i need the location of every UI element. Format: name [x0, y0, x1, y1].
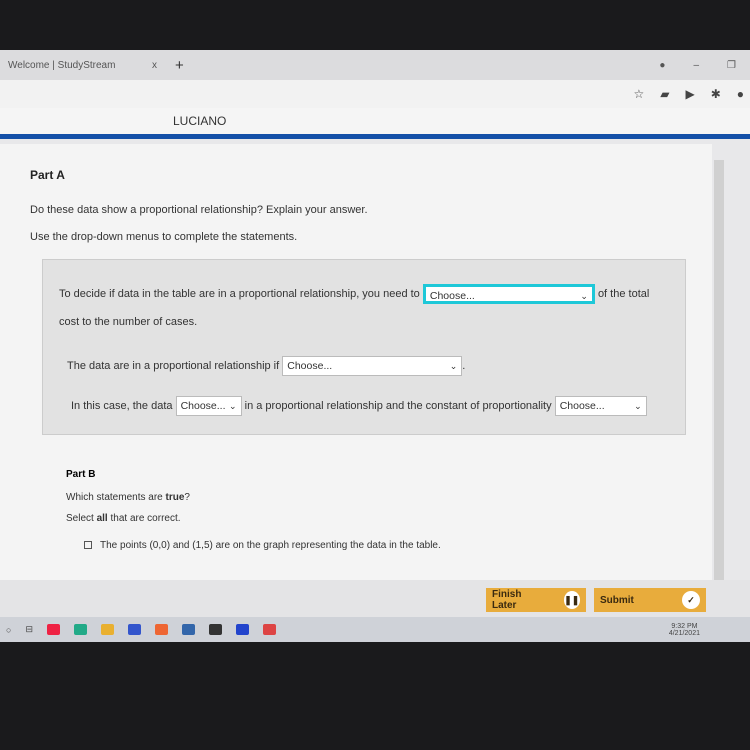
dropdown-value: Choose...: [559, 400, 605, 412]
play-icon[interactable]: ▶: [685, 87, 694, 101]
chrome-icon[interactable]: [46, 624, 60, 635]
dropdown-4[interactable]: Choose... ⌄: [554, 396, 647, 416]
statement-1-text: To decide if data in the table are in a …: [59, 288, 420, 300]
statements-box: To decide if data in the table are in a …: [42, 259, 686, 435]
edge-icon[interactable]: [73, 624, 87, 635]
question-content: Part A Do these data show a proportional…: [0, 144, 712, 580]
pause-icon: ❚❚: [563, 591, 580, 609]
browser-tab[interactable]: Welcome | StudyStream x: [0, 60, 165, 71]
dropdown-value: Choose...: [180, 400, 226, 412]
close-tab-icon[interactable]: x: [152, 60, 157, 71]
check-icon: ✓: [682, 591, 700, 609]
chevron-down-icon: ⌄: [580, 291, 588, 302]
tab-bar: Welcome | StudyStream x + ● – ❐: [0, 50, 750, 80]
statement-3-text: In this case, the data: [71, 399, 173, 412]
snip-icon[interactable]: [262, 624, 276, 635]
dropdown-value: Choose...: [287, 360, 333, 372]
statement-3-middle: in a proportional relationship and the c…: [244, 399, 552, 412]
scrollbar[interactable]: [714, 160, 724, 580]
footer-bar: Finish Later ❚❚ Submit ✓: [0, 580, 750, 617]
new-tab-button[interactable]: +: [175, 57, 184, 74]
screen: Welcome | StudyStream x + ● – ❐ ☆ ▰ ▶ ✱ ● LUCIA…: [0, 50, 750, 642]
extension-icon[interactable]: ▰: [660, 87, 669, 101]
part-b: Part B Which statements are true? Select…: [66, 469, 682, 551]
taskbar: ○ ⊟ 9:32 PM 4/21/2021: [0, 617, 750, 642]
submit-button[interactable]: Submit ✓: [594, 588, 706, 612]
profile-icon[interactable]: ●: [659, 60, 665, 71]
minimize-icon[interactable]: –: [693, 60, 699, 71]
zoom-icon[interactable]: [235, 624, 249, 635]
dropdown-value: Choose...: [429, 290, 475, 303]
user-name: LUCIANO: [173, 114, 227, 128]
part-a-title: Part A: [30, 168, 65, 182]
part-b-instruction: Select all that are correct.: [66, 513, 181, 524]
option-1-label: The points (0,0) and (1,5) are on the gr…: [100, 540, 441, 551]
office-icon[interactable]: [154, 624, 168, 635]
store-icon[interactable]: [127, 624, 141, 635]
option-1[interactable]: The points (0,0) and (1,5) are on the gr…: [84, 540, 682, 551]
start-icon[interactable]: ○: [6, 625, 11, 635]
part-a-instruction: Use the drop-down menus to complete the …: [30, 231, 298, 243]
task-view-icon[interactable]: ⊟: [25, 624, 33, 635]
part-b-question: Which statements are true?: [66, 492, 190, 503]
clock[interactable]: 9:32 PM 4/21/2021: [669, 623, 700, 637]
dropbox-icon[interactable]: [181, 624, 195, 635]
maximize-icon[interactable]: ❐: [727, 60, 736, 71]
app-icon[interactable]: [208, 624, 222, 635]
dropdown-2[interactable]: Choose... ⌄: [282, 356, 463, 376]
star-icon[interactable]: ☆: [633, 87, 644, 101]
part-b-title: Part B: [66, 469, 96, 480]
chevron-down-icon: ⌄: [449, 361, 458, 371]
chevron-down-icon: ⌄: [634, 401, 642, 411]
site-header: LUCIANO: [0, 108, 750, 134]
statement-2-end: .: [462, 359, 466, 372]
dropdown-1[interactable]: Choose... ⌄: [422, 284, 595, 305]
puzzle-icon[interactable]: ✱: [711, 87, 721, 101]
chevron-down-icon: ⌄: [229, 401, 237, 411]
avatar[interactable]: ●: [737, 87, 744, 101]
header-divider: [0, 134, 750, 139]
part-a-question: Do these data show a proportional relati…: [30, 204, 368, 216]
tab-title: Welcome | StudyStream: [8, 59, 116, 71]
dropdown-3[interactable]: Choose... ⌄: [175, 396, 242, 416]
statement-2-text: The data are in a proportional relations…: [67, 359, 280, 372]
checkbox[interactable]: [84, 541, 92, 550]
explorer-icon[interactable]: [100, 624, 114, 635]
address-bar: ☆ ▰ ▶ ✱ ●: [0, 80, 750, 108]
finish-later-button[interactable]: Finish Later ❚❚: [486, 588, 586, 612]
